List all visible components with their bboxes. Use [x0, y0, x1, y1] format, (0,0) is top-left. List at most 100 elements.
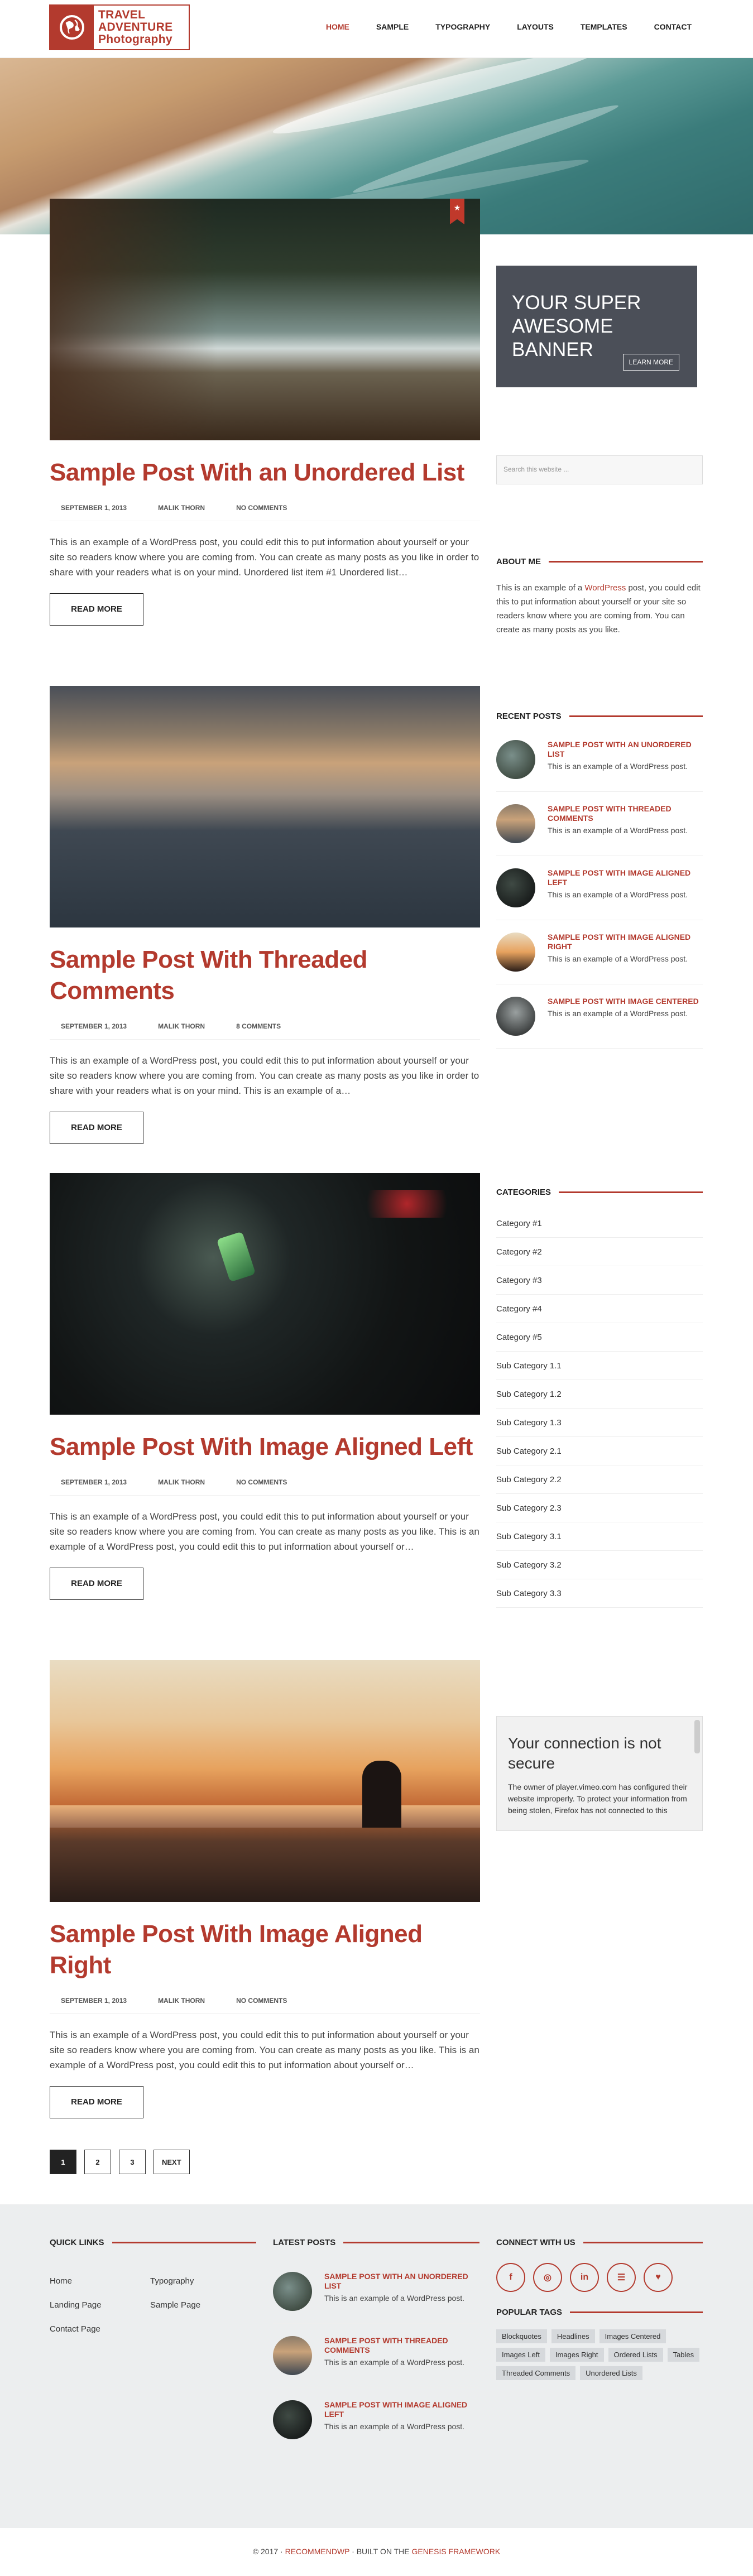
latest-post-title[interactable]: SAMPLE POST WITH THREADED COMMENTS [324, 2336, 479, 2355]
twitter-icon[interactable]: ♥ [644, 2263, 673, 2292]
post-meta: SEPTEMBER 1, 2013 MALIK THORN NO COMMENT… [50, 1990, 480, 2014]
category-link[interactable]: Sub Category 1.2 [496, 1380, 703, 1409]
latest-post-item[interactable]: SAMPLE POST WITH THREADED COMMENTS This i… [273, 2324, 479, 2388]
tag-link[interactable]: Images Centered [599, 2329, 666, 2343]
footer-text: · BUILT ON THE [349, 2547, 412, 2556]
recent-post-item[interactable]: SAMPLE POST WITH IMAGE CENTERED This is a… [496, 984, 703, 1049]
category-link[interactable]: Category #3 [496, 1266, 703, 1295]
post-title[interactable]: Sample Post With Threaded Comments [50, 944, 480, 1007]
category-link[interactable]: Sub Category 1.1 [496, 1352, 703, 1380]
latest-post-title[interactable]: SAMPLE POST WITH IMAGE ALIGNED LEFT [324, 2400, 479, 2419]
recent-post-title[interactable]: SAMPLE POST WITH IMAGE ALIGNED LEFT [548, 868, 703, 887]
tag-link[interactable]: Threaded Comments [496, 2366, 576, 2380]
category-link[interactable]: Category #2 [496, 1238, 703, 1266]
latest-post-item[interactable]: SAMPLE POST WITH IMAGE ALIGNED LEFT This … [273, 2388, 479, 2452]
nav-contact[interactable]: CONTACT [654, 22, 692, 31]
page-2-link[interactable]: 2 [84, 2150, 111, 2174]
recent-post-item[interactable]: SAMPLE POST WITH THREADED COMMENTS This i… [496, 792, 703, 856]
quick-link[interactable]: Landing Page [50, 2300, 150, 2310]
post-featured-image[interactable] [50, 1660, 480, 1902]
category-link[interactable]: Category #1 [496, 1209, 703, 1238]
category-link[interactable]: Sub Category 2.3 [496, 1494, 703, 1522]
category-link[interactable]: Sub Category 1.3 [496, 1409, 703, 1437]
post-featured-image[interactable] [50, 686, 480, 927]
category-link[interactable]: Category #5 [496, 1323, 703, 1352]
recent-post-item[interactable]: SAMPLE POST WITH AN UNORDERED LIST This i… [496, 728, 703, 792]
recent-post-title[interactable]: SAMPLE POST WITH IMAGE CENTERED [548, 997, 699, 1006]
instagram-icon[interactable]: ◎ [533, 2263, 562, 2292]
rss-icon[interactable]: ☰ [607, 2263, 636, 2292]
learn-more-button[interactable]: LEARN MORE [622, 354, 679, 371]
linkedin-icon[interactable]: in [570, 2263, 599, 2292]
recent-post-thumbnail[interactable] [496, 997, 535, 1036]
scrollbar[interactable] [694, 1720, 700, 1753]
post-author[interactable]: MALIK THORN [158, 1997, 205, 2005]
nav-templates[interactable]: TEMPLATES [581, 22, 627, 31]
post-author[interactable]: MALIK THORN [158, 1022, 205, 1030]
tag-link[interactable]: Tables [667, 2348, 700, 2362]
post-comments[interactable]: 8 COMMENTS [236, 1022, 281, 1030]
category-link[interactable]: Category #4 [496, 1295, 703, 1323]
nav-typography[interactable]: TYPOGRAPHY [435, 22, 490, 31]
recent-post-thumbnail[interactable] [496, 933, 535, 972]
nav-home[interactable]: HOME [326, 22, 349, 31]
category-link[interactable]: Sub Category 2.1 [496, 1437, 703, 1465]
recent-post-title[interactable]: SAMPLE POST WITH IMAGE ALIGNED RIGHT [548, 933, 703, 951]
post-comments[interactable]: NO COMMENTS [236, 504, 287, 512]
sidebar-banner[interactable]: YOUR SUPER AWESOME BANNER LEARN MORE [496, 266, 697, 387]
post-author[interactable]: MALIK THORN [158, 1478, 205, 1486]
recent-post-title[interactable]: SAMPLE POST WITH AN UNORDERED LIST [548, 740, 703, 759]
read-more-button[interactable]: READ MORE [50, 1568, 143, 1600]
category-link[interactable]: Sub Category 2.2 [496, 1465, 703, 1494]
embedded-video-frame[interactable]: Your connection is not secure The owner … [496, 1716, 703, 1831]
wordpress-link[interactable]: WordPress [584, 583, 626, 593]
nav-sample[interactable]: SAMPLE [376, 22, 409, 31]
tag-link[interactable]: Images Right [549, 2348, 604, 2362]
quick-link[interactable]: Sample Page [150, 2300, 251, 2310]
recent-post-thumbnail[interactable] [496, 868, 535, 907]
post-comments[interactable]: NO COMMENTS [236, 1997, 287, 2005]
post-comments[interactable]: NO COMMENTS [236, 1478, 287, 1486]
latest-post-thumbnail[interactable] [273, 2272, 312, 2311]
tag-link[interactable]: Blockquotes [496, 2329, 547, 2343]
post-title[interactable]: Sample Post With an Unordered List [50, 457, 480, 488]
category-link[interactable]: Sub Category 3.1 [496, 1522, 703, 1551]
read-more-button[interactable]: READ MORE [50, 1112, 143, 1144]
recommendwp-link[interactable]: RECOMMENDWP [285, 2547, 350, 2556]
post-author[interactable]: MALIK THORN [158, 504, 205, 512]
recent-post-thumbnail[interactable] [496, 804, 535, 843]
site-logo[interactable]: TRAVEL ADVENTURE Photography [49, 4, 190, 50]
next-page-link[interactable]: NEXT [154, 2150, 190, 2174]
recent-post-thumbnail[interactable] [496, 740, 535, 779]
recent-post-item[interactable]: SAMPLE POST WITH IMAGE ALIGNED RIGHT This… [496, 920, 703, 984]
post-title[interactable]: Sample Post With Image Aligned Left [50, 1431, 480, 1463]
tag-link[interactable]: Unordered Lists [580, 2366, 642, 2380]
recent-post-item[interactable]: SAMPLE POST WITH IMAGE ALIGNED LEFT This … [496, 856, 703, 920]
read-more-button[interactable]: READ MORE [50, 593, 143, 626]
logo-text: TRAVEL ADVENTURE Photography [94, 9, 172, 46]
tag-link[interactable]: Images Left [496, 2348, 545, 2362]
latest-post-item[interactable]: SAMPLE POST WITH AN UNORDERED LIST This i… [273, 2260, 479, 2324]
post-featured-image[interactable]: ★ [50, 199, 480, 440]
tag-link[interactable]: Headlines [551, 2329, 595, 2343]
tag-link[interactable]: Ordered Lists [608, 2348, 663, 2362]
category-link[interactable]: Sub Category 3.2 [496, 1551, 703, 1579]
genesis-framework-link[interactable]: GENESIS FRAMEWORK [412, 2547, 501, 2556]
latest-post-title[interactable]: SAMPLE POST WITH AN UNORDERED LIST [324, 2272, 479, 2291]
post-featured-image[interactable] [50, 1173, 480, 1415]
quick-link[interactable]: Contact Page [50, 2324, 150, 2334]
post-title[interactable]: Sample Post With Image Aligned Right [50, 1919, 480, 1981]
search-input[interactable]: Search this website ... [496, 455, 703, 484]
categories-list: Category #1 Category #2 Category #3 Cate… [496, 1209, 703, 1608]
nav-layouts[interactable]: LAYOUTS [517, 22, 554, 31]
quick-link[interactable]: Typography [150, 2276, 251, 2286]
read-more-button[interactable]: READ MORE [50, 2086, 143, 2118]
page-1-link[interactable]: 1 [50, 2150, 76, 2174]
category-link[interactable]: Sub Category 3.3 [496, 1579, 703, 1608]
recent-post-title[interactable]: SAMPLE POST WITH THREADED COMMENTS [548, 804, 703, 823]
latest-post-thumbnail[interactable] [273, 2336, 312, 2375]
page-3-link[interactable]: 3 [119, 2150, 146, 2174]
facebook-icon[interactable]: f [496, 2263, 525, 2292]
latest-post-thumbnail[interactable] [273, 2400, 312, 2439]
quick-link[interactable]: Home [50, 2276, 150, 2286]
